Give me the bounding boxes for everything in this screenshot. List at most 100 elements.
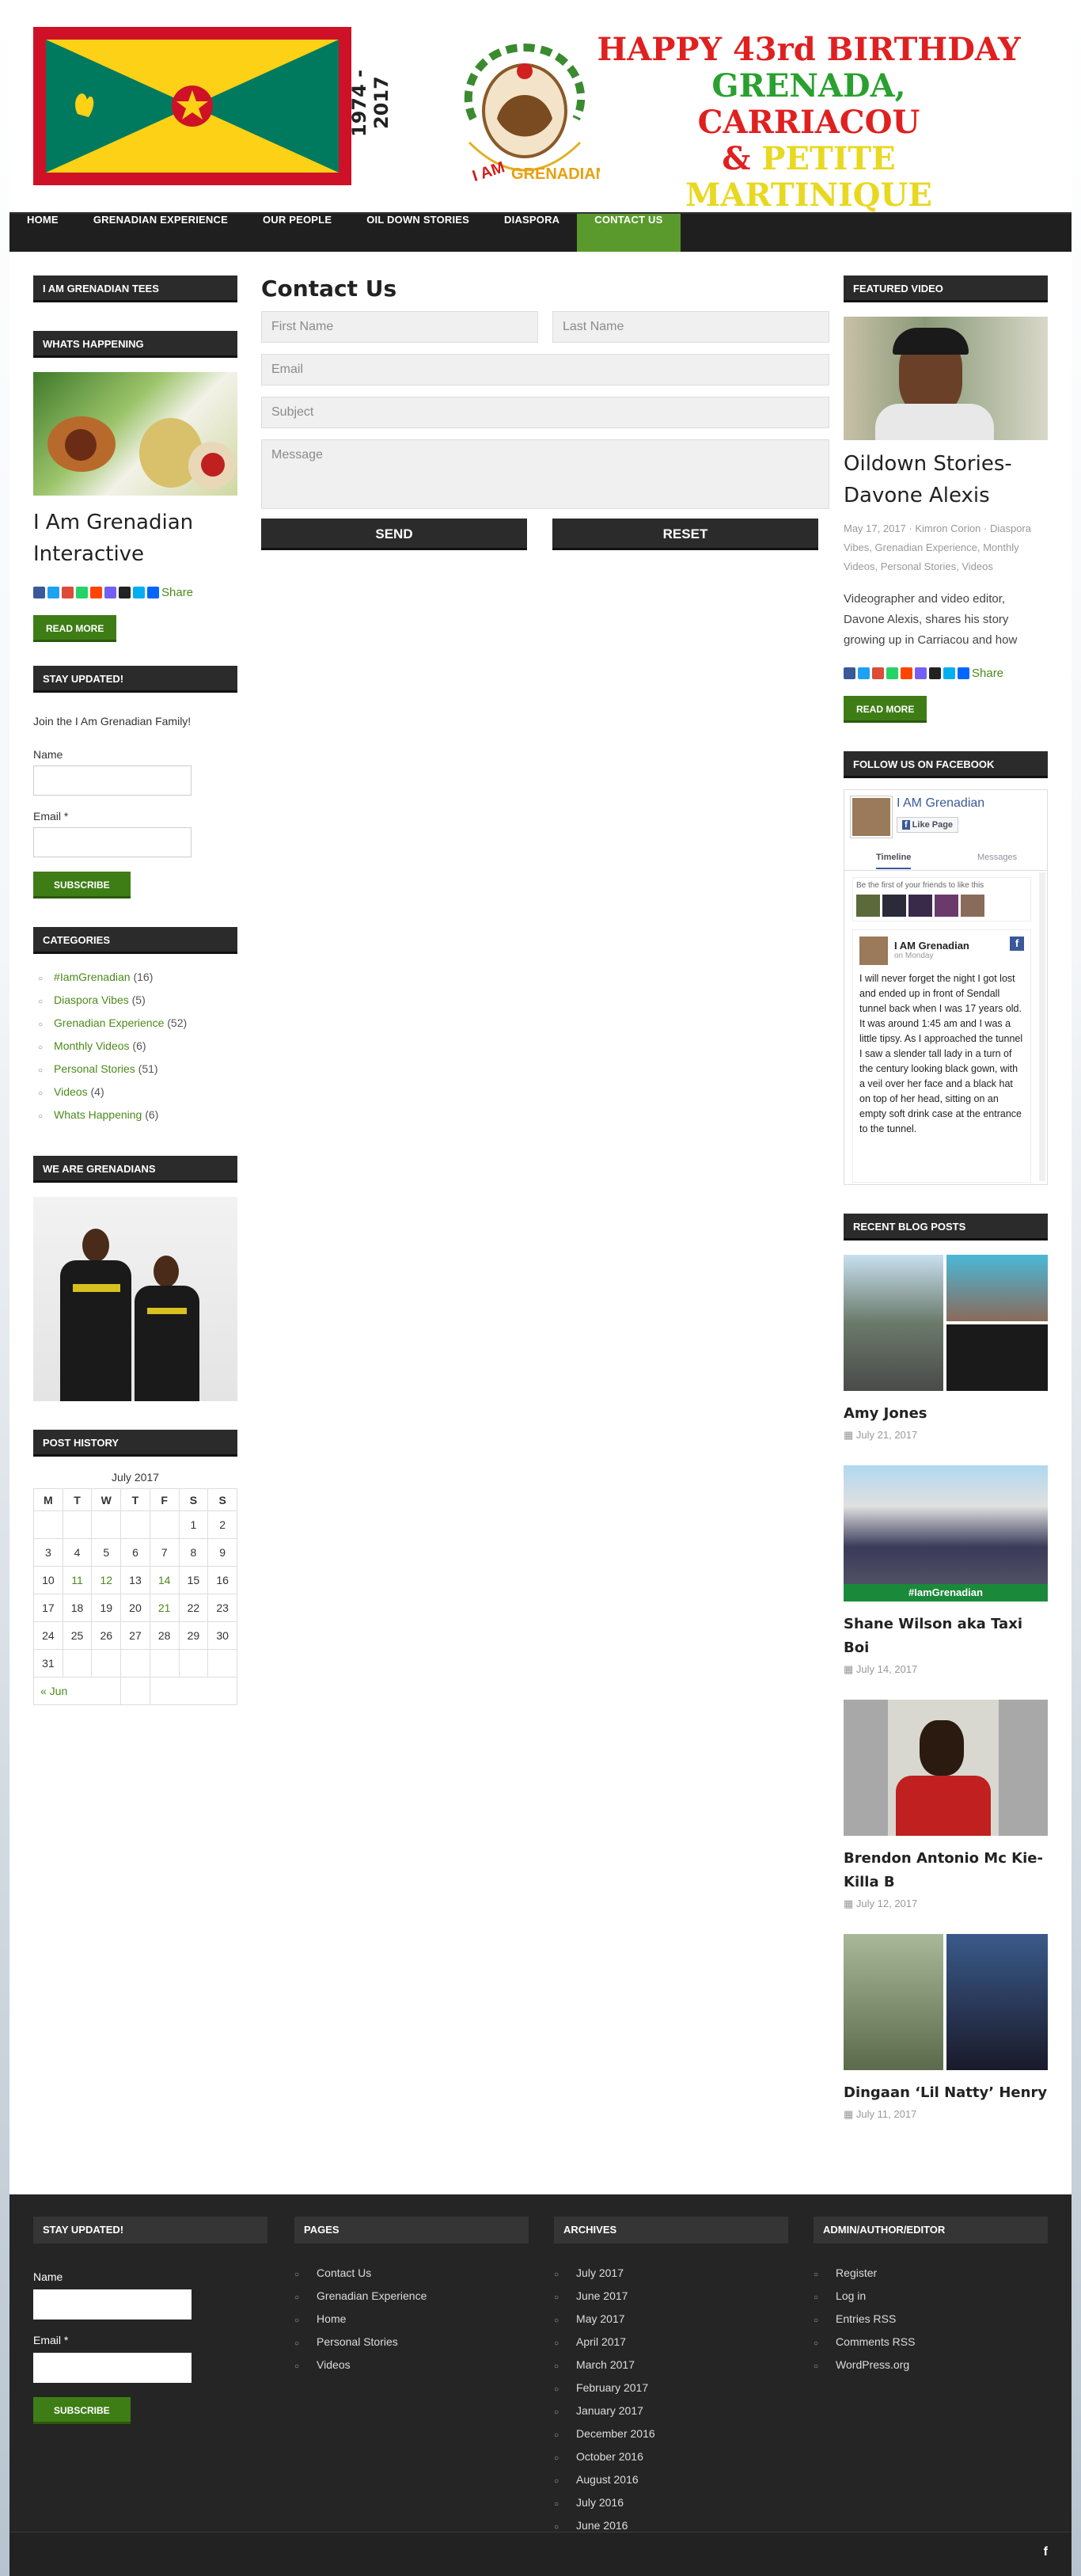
share-link[interactable]: Share	[161, 586, 193, 599]
name-field[interactable]	[33, 766, 192, 796]
reddit-share-icon[interactable]	[901, 667, 912, 679]
admin-link[interactable]: Comments RSS	[814, 2331, 1048, 2354]
read-more-button[interactable]: READ MORE	[844, 696, 927, 723]
fb-post-author[interactable]: I AM Grenadian	[894, 940, 969, 952]
facebook-icon[interactable]: f	[1044, 2545, 1048, 2559]
recent-post-title[interactable]: Amy Jones	[844, 1402, 1048, 1426]
calendar-day[interactable]: 11	[62, 1566, 93, 1594]
nav-grenadian-experience[interactable]: GRENADIAN EXPERIENCE	[76, 214, 245, 252]
fb-scrollbar[interactable]	[1039, 872, 1045, 1181]
calendar-day: 4	[62, 1538, 93, 1567]
nav-diaspora[interactable]: DIASPORA	[487, 214, 577, 252]
facebook-share-icon[interactable]	[844, 667, 855, 679]
calendar-day[interactable]: 12	[91, 1566, 122, 1594]
calendar-day: 24	[33, 1621, 63, 1650]
widget-title-recent-posts: RECENT BLOG POSTS	[844, 1214, 1048, 1241]
banner-line-2: GRENADA,	[711, 67, 906, 104]
footer-page-link[interactable]: Contact Us	[294, 2263, 529, 2285]
share-bar: Share	[844, 667, 1048, 680]
twitter-share-icon[interactable]	[47, 587, 59, 598]
nav-oil-down-stories[interactable]: OIL DOWN STORIES	[349, 214, 487, 252]
fb-like-button[interactable]: f Like Page	[897, 817, 959, 833]
viber-share-icon[interactable]	[915, 667, 927, 679]
admin-link[interactable]: Log in	[814, 2285, 1048, 2308]
archive-link[interactable]: October 2016	[554, 2446, 788, 2469]
viber-share-icon[interactable]	[104, 587, 116, 598]
post-title-interactive[interactable]: I Am Grenadian Interactive	[33, 507, 237, 570]
archive-link[interactable]: June 2017	[554, 2285, 788, 2308]
post-thumbnail[interactable]	[844, 1255, 1048, 1391]
nav-our-people[interactable]: OUR PEOPLE	[245, 214, 349, 252]
footer-stay-updated: STAY UPDATED! Name Email * SUBSCRIBE	[33, 2217, 267, 2424]
archive-link[interactable]: July 2017	[554, 2263, 788, 2285]
tumblr-share-icon[interactable]	[119, 587, 131, 598]
last-name-input[interactable]: Last Name	[552, 311, 829, 343]
recent-post-title[interactable]: Dingaan ‘Lil Natty’ Henry	[844, 2081, 1048, 2105]
archive-link[interactable]: February 2017	[554, 2377, 788, 2400]
years-label: 1974 - 2017	[348, 69, 393, 137]
reddit-share-icon[interactable]	[90, 587, 102, 598]
calendar-prev-link[interactable]: « Jun	[40, 1685, 67, 1697]
nav-contact-us[interactable]: CONTACT US	[577, 214, 681, 252]
calendar-day[interactable]: 21	[149, 1594, 180, 1622]
category-item: #IamGrenadian (16)	[38, 967, 237, 990]
calendar-day: 16	[207, 1566, 237, 1594]
tumblr-share-icon[interactable]	[929, 667, 941, 679]
archive-link[interactable]: August 2016	[554, 2469, 788, 2492]
skype-share-icon[interactable]	[133, 587, 145, 598]
calendar-day[interactable]: 14	[149, 1566, 180, 1594]
featured-video-thumbnail[interactable]	[844, 317, 1048, 440]
post-thumbnail[interactable]: #IamGrenadian	[844, 1465, 1048, 1601]
calendar-day	[207, 1649, 237, 1677]
admin-link[interactable]: Entries RSS	[814, 2308, 1048, 2331]
calendar-day: 17	[33, 1594, 63, 1622]
subscribe-button[interactable]: SUBSCRIBE	[33, 872, 131, 899]
footer-page-link[interactable]: Personal Stories	[294, 2331, 529, 2354]
twitter-share-icon[interactable]	[858, 667, 870, 679]
message-textarea[interactable]: Message	[261, 439, 829, 509]
first-name-input[interactable]: First Name	[261, 311, 538, 343]
nav-home[interactable]: HOME	[9, 214, 76, 252]
send-button[interactable]: SEND	[261, 519, 527, 550]
share-link[interactable]: Share	[972, 667, 1003, 680]
plus-share-icon[interactable]	[958, 667, 969, 679]
plus-share-icon[interactable]	[147, 587, 159, 598]
calendar-day-header: F	[149, 1488, 180, 1511]
post-thumbnail[interactable]	[844, 1934, 1048, 2070]
google-plus-share-icon[interactable]	[62, 587, 74, 598]
featured-video-title[interactable]: Oildown Stories-Davone Alexis	[844, 448, 1048, 511]
email-field[interactable]	[33, 827, 192, 857]
admin-link[interactable]: Register	[814, 2263, 1048, 2285]
read-more-button[interactable]: READ MORE	[33, 615, 117, 642]
archive-link[interactable]: July 2016	[554, 2492, 788, 2515]
recent-post: Amy Jones ▦ July 21, 2017	[844, 1255, 1048, 1445]
post-thumbnail[interactable]	[844, 1700, 1048, 1836]
fb-page-name[interactable]: I AM Grenadian	[897, 796, 984, 811]
footer-email-field[interactable]	[33, 2353, 192, 2383]
subject-input[interactable]: Subject	[261, 397, 829, 428]
archive-link[interactable]: January 2017	[554, 2400, 788, 2423]
recent-post: #IamGrenadian Shane Wilson aka Taxi Boi …	[844, 1465, 1048, 1679]
archive-link[interactable]: April 2017	[554, 2331, 788, 2354]
fb-tab-messages[interactable]: Messages	[977, 853, 1017, 862]
footer-subscribe-button[interactable]: SUBSCRIBE	[33, 2397, 131, 2424]
fb-tab-timeline[interactable]: Timeline	[876, 853, 912, 869]
footer-name-field[interactable]	[33, 2289, 192, 2320]
skype-share-icon[interactable]	[943, 667, 955, 679]
footer-page-link[interactable]: Home	[294, 2308, 529, 2331]
archive-link[interactable]: December 2016	[554, 2423, 788, 2446]
archive-link[interactable]: March 2017	[554, 2354, 788, 2377]
whatsapp-share-icon[interactable]	[886, 667, 898, 679]
email-input[interactable]: Email	[261, 354, 829, 386]
admin-link[interactable]: WordPress.org	[814, 2354, 1048, 2377]
google-plus-share-icon[interactable]	[872, 667, 884, 679]
archive-link[interactable]: May 2017	[554, 2308, 788, 2331]
facebook-share-icon[interactable]	[33, 587, 45, 598]
nutmeg-image[interactable]	[33, 372, 237, 496]
recent-post-title[interactable]: Brendon Antonio Mc Kie- Killa B	[844, 1847, 1048, 1894]
recent-post-title[interactable]: Shane Wilson aka Taxi Boi	[844, 1613, 1048, 1660]
reset-button[interactable]: RESET	[552, 519, 818, 550]
footer-page-link[interactable]: Grenadian Experience	[294, 2285, 529, 2308]
whatsapp-share-icon[interactable]	[76, 587, 88, 598]
footer-page-link[interactable]: Videos	[294, 2354, 529, 2377]
